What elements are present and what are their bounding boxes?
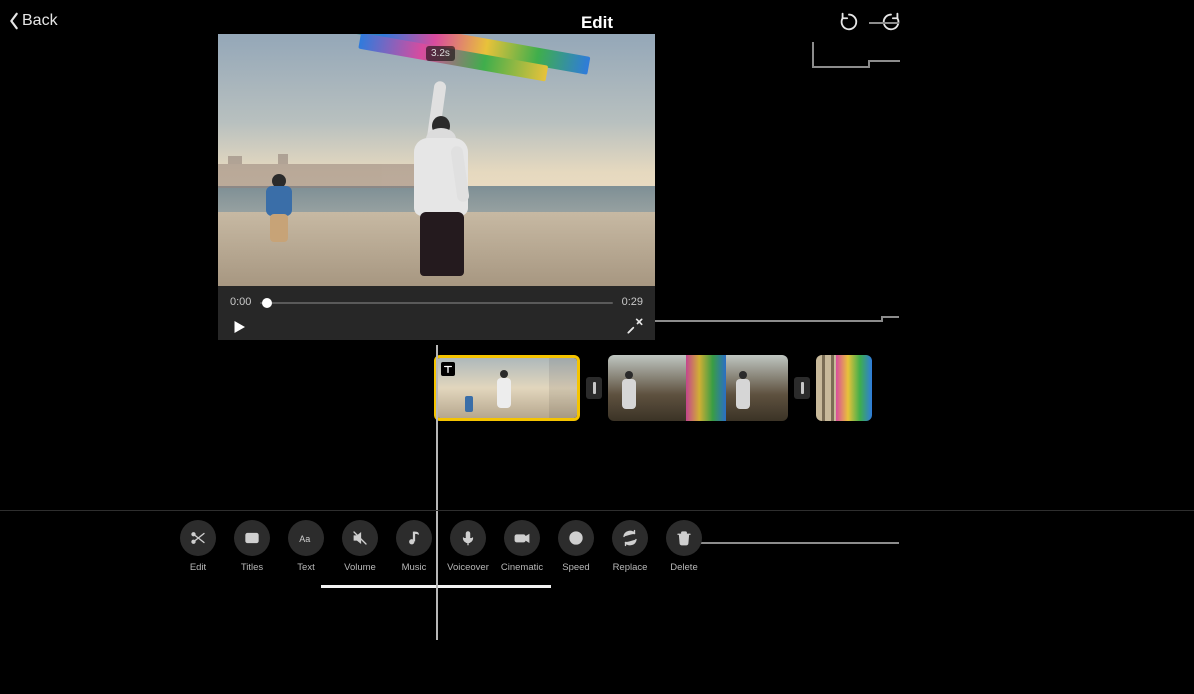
callout-line <box>869 22 899 24</box>
timeline-clip[interactable] <box>608 355 788 421</box>
tool-label: Edit <box>190 562 206 573</box>
tool-label: Volume <box>344 562 376 573</box>
tool-label: Replace <box>613 562 648 573</box>
callout-line <box>653 320 883 322</box>
preview-person-child <box>260 174 300 252</box>
preview-person-adult <box>396 76 486 276</box>
tool-label: Speed <box>562 562 589 573</box>
undo-icon <box>838 10 860 32</box>
play-button[interactable] <box>230 318 248 341</box>
clip-duration-badge: 3.2s <box>426 46 455 61</box>
tool-volume[interactable]: Volume <box>342 520 378 573</box>
tool-cinematic[interactable]: Cinematic <box>504 520 540 573</box>
timeline-clip[interactable] <box>816 355 872 421</box>
speedometer-icon <box>567 529 585 547</box>
undo-button[interactable] <box>838 10 860 37</box>
tool-text[interactable]: Aa Text <box>288 520 324 573</box>
redo-icon <box>880 10 902 32</box>
time-current: 0:00 <box>230 296 251 308</box>
svg-text:Aa: Aa <box>299 534 310 544</box>
text-icon: Aa <box>297 529 315 547</box>
transition-button[interactable] <box>794 377 810 399</box>
titles-icon <box>243 529 261 547</box>
camera-icon <box>513 529 531 547</box>
preview-buildings <box>218 164 418 188</box>
transition-button[interactable] <box>586 377 602 399</box>
scrubber-bar: 0:00 0:29 <box>218 286 655 340</box>
tool-titles[interactable]: Titles <box>234 520 270 573</box>
tool-replace[interactable]: Replace <box>612 520 648 573</box>
callout-line <box>881 316 883 322</box>
tool-delete[interactable]: Delete <box>666 520 702 573</box>
scissors-icon <box>189 529 207 547</box>
callout-line <box>812 66 870 68</box>
expand-icon <box>625 316 645 336</box>
volume-mute-icon <box>351 529 369 547</box>
timeline-clip-selected[interactable] <box>434 355 580 421</box>
tool-label: Cinematic <box>501 562 543 573</box>
tool-label: Voiceover <box>447 562 489 573</box>
tool-edit[interactable]: Edit <box>180 520 216 573</box>
preview-frame[interactable]: 3.2s <box>218 34 655 286</box>
trash-icon <box>675 529 693 547</box>
time-total: 0:29 <box>622 296 643 308</box>
tool-label: Text <box>297 562 314 573</box>
tool-label: Music <box>402 562 427 573</box>
scrubber-track[interactable] <box>260 302 613 304</box>
title-badge-icon <box>441 362 455 376</box>
play-icon <box>230 318 248 336</box>
divider <box>0 510 1194 511</box>
page-title: Edit <box>0 13 1194 33</box>
tool-voiceover[interactable]: Voiceover <box>450 520 486 573</box>
music-note-icon <box>405 529 423 547</box>
microphone-icon <box>459 529 477 547</box>
callout-line <box>812 42 814 68</box>
tool-music[interactable]: Music <box>396 520 432 573</box>
tool-label: Titles <box>241 562 263 573</box>
timeline[interactable] <box>0 355 1194 421</box>
edit-toolbar: Edit Titles Aa Text Volume Music Voiceov… <box>0 520 1194 573</box>
timeline-playhead[interactable] <box>436 345 438 640</box>
video-viewer: 3.2s 0:00 0:29 <box>218 34 655 340</box>
tool-label: Delete <box>670 562 697 573</box>
scrubber-playhead[interactable] <box>262 298 272 308</box>
callout-line <box>881 316 899 318</box>
fullscreen-button[interactable] <box>625 316 645 341</box>
replace-icon <box>621 529 639 547</box>
callout-line <box>868 60 870 68</box>
callout-line <box>868 60 900 62</box>
tool-speed[interactable]: Speed <box>558 520 594 573</box>
